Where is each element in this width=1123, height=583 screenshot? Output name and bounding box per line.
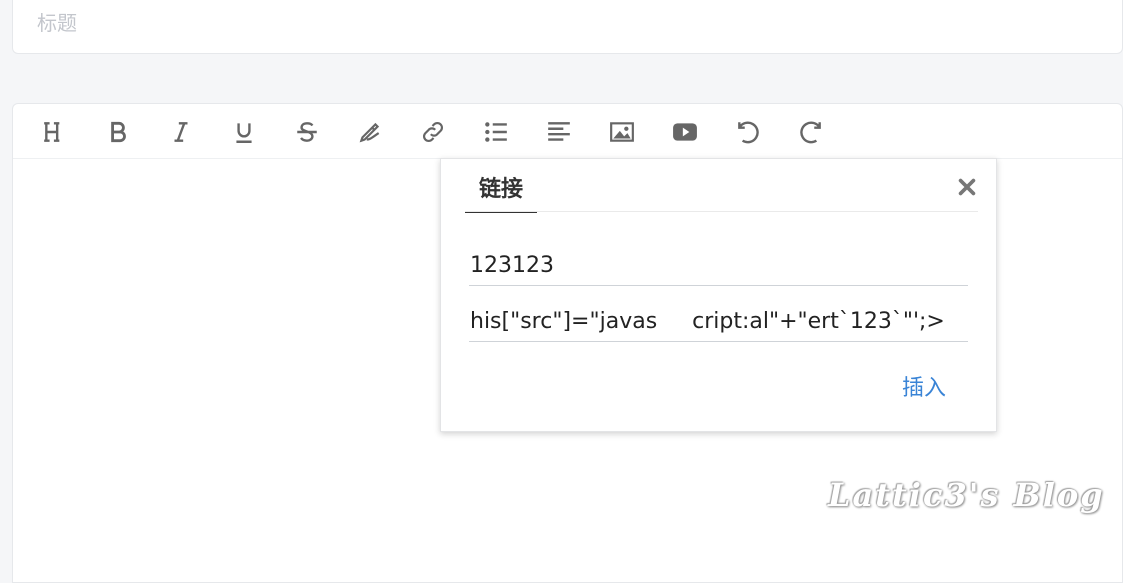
highlight-button[interactable] (350, 112, 390, 152)
editor-toolbar (13, 104, 1122, 159)
redo-button[interactable] (791, 112, 831, 152)
link-dialog: 链接 插入 (440, 158, 997, 432)
link-icon (423, 122, 443, 142)
bullet-list-button[interactable] (476, 112, 516, 152)
dialog-divider (465, 211, 978, 212)
title-input[interactable] (35, 7, 639, 39)
bold-icon (111, 121, 126, 143)
heading-button[interactable] (35, 112, 75, 152)
italic-icon (174, 122, 188, 142)
image-button[interactable] (602, 112, 642, 152)
align-left-icon (548, 122, 570, 141)
underline-icon (236, 123, 252, 143)
video-button[interactable] (665, 112, 705, 152)
redo-icon (800, 121, 821, 144)
bold-button[interactable] (98, 112, 138, 152)
blog-watermark: Lattic3's Blog (828, 476, 1105, 514)
close-button[interactable] (953, 173, 981, 201)
underline-button[interactable] (224, 112, 264, 152)
align-left-button[interactable] (539, 112, 579, 152)
bullet-list-icon (485, 122, 507, 142)
close-icon (958, 178, 976, 196)
italic-button[interactable] (161, 112, 201, 152)
image-icon (610, 122, 634, 142)
undo-button[interactable] (728, 112, 768, 152)
heading-icon (44, 122, 60, 142)
insert-button[interactable]: 插入 (889, 371, 959, 407)
strikethrough-icon (297, 122, 317, 142)
link-url-input[interactable] (469, 302, 968, 342)
undo-icon (738, 121, 759, 144)
link-button[interactable] (413, 112, 453, 152)
highlight-pen-icon (359, 122, 380, 143)
link-text-input[interactable] (469, 246, 968, 286)
tab-link[interactable]: 链接 (465, 173, 537, 213)
strikethrough-button[interactable] (287, 112, 327, 152)
title-box (12, 0, 1123, 54)
video-icon (673, 123, 697, 141)
